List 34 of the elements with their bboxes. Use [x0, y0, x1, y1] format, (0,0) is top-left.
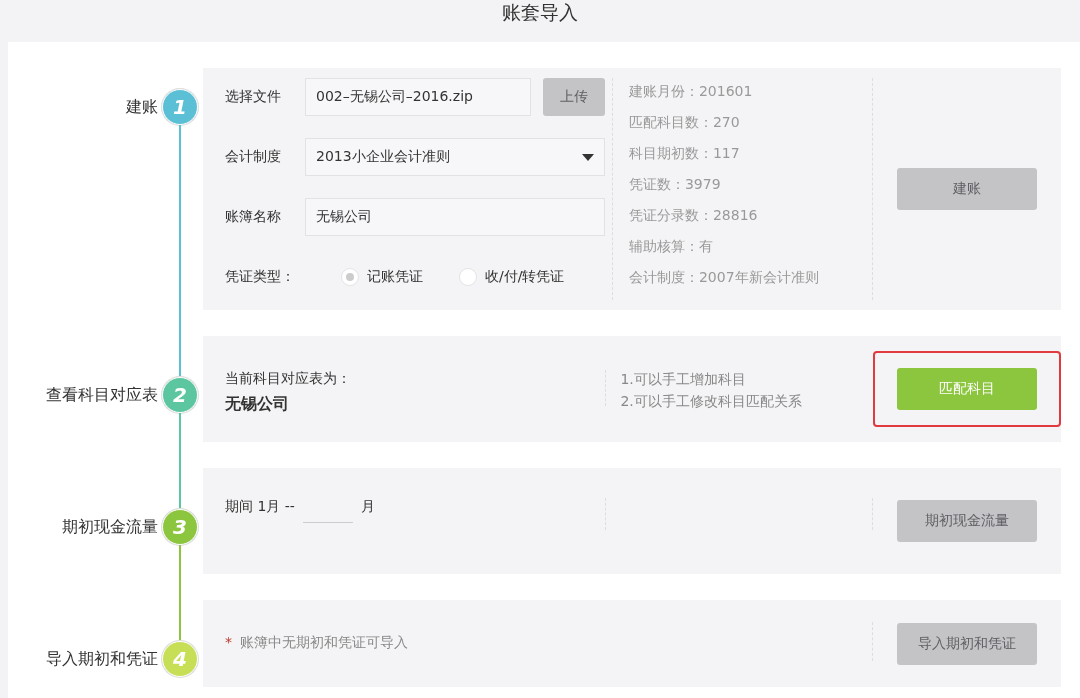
step-label: 期初现金流量 — [62, 516, 158, 538]
step-label: 导入期初和凭证 — [46, 648, 158, 670]
note-text: 1.可以手工增加科目 — [620, 370, 747, 389]
field-label: 会计制度 — [225, 148, 282, 166]
caption-text: 当前科目对应表为： — [225, 370, 352, 388]
stat-text: 凭证数：3979 — [628, 175, 722, 194]
field-label: 账簿名称 — [225, 208, 282, 226]
radio-option[interactable]: 收/付/转凭证 — [459, 268, 565, 286]
caret-icon — [582, 153, 594, 161]
field-label: 凭证类型： — [225, 268, 296, 286]
input-field[interactable]: 无锡公司 — [305, 198, 605, 236]
step-number: 1 — [162, 89, 198, 125]
notice-text: 账簿中无期初和凭证可导入 — [240, 634, 408, 652]
note-text: 2.可以手工修改科目匹配关系 — [620, 392, 803, 411]
step-label: 建账 — [126, 96, 158, 118]
stat-text: 辅助核算：有 — [628, 237, 714, 256]
step-number: 3 — [162, 509, 198, 545]
month-label: 月 — [360, 498, 375, 516]
step-number: 2 — [162, 377, 198, 413]
stat-text: 匹配科目数：270 — [628, 113, 741, 132]
period-label: 期间 1月 -- — [225, 498, 295, 516]
select-field[interactable]: 2013小企业会计准则 — [305, 138, 605, 176]
stat-text: 凭证分录数：28816 — [628, 206, 759, 225]
mapping-name: 无锡公司 — [225, 394, 290, 415]
field-label: 选择文件 — [225, 88, 282, 106]
step-label: 查看科目对应表 — [46, 384, 158, 406]
step-number: 4 — [162, 641, 198, 677]
file-field[interactable]: 002–无锡公司–2016.zip — [305, 78, 531, 116]
radio-option[interactable]: 记账凭证 — [341, 268, 423, 286]
stat-text: 建账月份：201601 — [628, 82, 754, 101]
required-mark: * — [225, 634, 232, 652]
stat-text: 科目期初数：117 — [628, 144, 741, 163]
page-title: 账套导入 — [502, 0, 578, 25]
stat-text: 会计制度：2007年新会计准则 — [628, 268, 820, 287]
